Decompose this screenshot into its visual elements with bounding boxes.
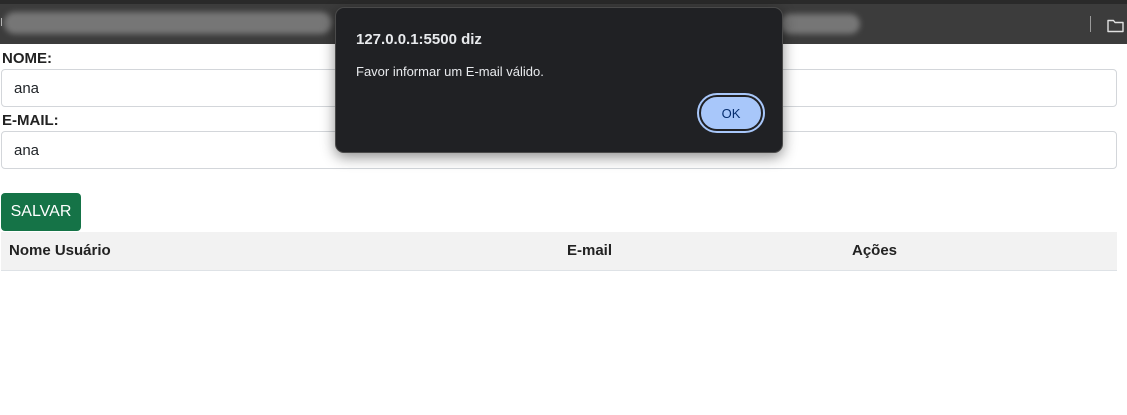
table-header-row: Nome Usuário E-mail Ações — [1, 232, 1117, 271]
save-button[interactable]: SALVAR — [1, 193, 81, 231]
column-header-name: Nome Usuário — [1, 232, 559, 271]
alert-dialog: 127.0.0.1:5500 diz Favor informar um E-m… — [335, 7, 783, 153]
email-label: E-MAIL: — [2, 112, 59, 129]
column-header-email: E-mail — [559, 232, 844, 271]
dialog-title: 127.0.0.1:5500 diz — [356, 31, 482, 48]
toolbar-separator — [1090, 16, 1091, 32]
redacted-address-bar — [4, 12, 332, 34]
name-label: NOME: — [2, 50, 52, 67]
toolbar-edge-mark — [1, 18, 2, 26]
dialog-message: Favor informar um E-mail válido. — [356, 64, 544, 79]
users-table: Nome Usuário E-mail Ações — [1, 232, 1117, 271]
redacted-toolbar-item — [780, 14, 860, 34]
ok-button[interactable]: OK — [697, 93, 765, 133]
column-header-actions: Ações — [844, 232, 1117, 271]
folder-icon[interactable] — [1107, 18, 1124, 33]
